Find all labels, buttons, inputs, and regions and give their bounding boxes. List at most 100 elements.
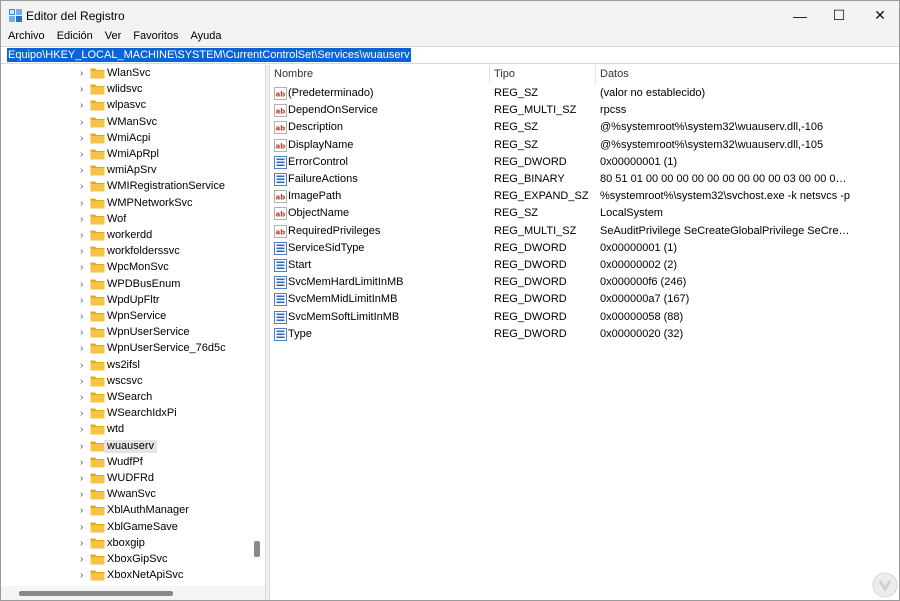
tree-item[interactable]: › WPDBusEnum xyxy=(1,277,251,293)
table-row[interactable]: ServiceSidType REG_DWORD 0x00000001 (1) xyxy=(270,240,899,257)
chevron-right-icon[interactable]: › xyxy=(80,69,88,79)
column-header-type[interactable]: Tipo xyxy=(494,68,515,80)
tree-item[interactable]: › WSearch xyxy=(1,390,251,406)
tree-item[interactable]: › WmiAcpi xyxy=(1,131,251,147)
chevron-right-icon[interactable]: › xyxy=(80,182,88,192)
column-header-data[interactable]: Datos xyxy=(600,68,629,80)
chevron-right-icon[interactable]: › xyxy=(80,295,88,306)
tree-item[interactable]: › ws2ifsl xyxy=(1,358,251,374)
chevron-right-icon[interactable]: › xyxy=(80,263,88,273)
chevron-right-icon[interactable]: › xyxy=(80,538,88,549)
chevron-right-icon[interactable]: › xyxy=(80,328,88,338)
table-row[interactable]: Type REG_DWORD 0x00000020 (32) xyxy=(270,326,899,343)
chevron-right-icon[interactable]: › xyxy=(80,101,88,111)
table-row[interactable]: ab ObjectName REG_SZ LocalSystem xyxy=(270,205,899,222)
tree-item[interactable]: › WpcMonSvc xyxy=(1,260,251,276)
chevron-right-icon[interactable]: › xyxy=(80,360,88,371)
table-row[interactable]: SvcMemSoftLimitInMB REG_DWORD 0x00000058 (… xyxy=(270,309,899,326)
chevron-right-icon[interactable]: › xyxy=(80,506,88,516)
menu-archivo[interactable]: Archivo xyxy=(1,30,51,46)
table-row[interactable]: SvcMemHardLimitInMB REG_DWORD 0x000000f6 (… xyxy=(270,274,899,291)
chevron-right-icon[interactable]: › xyxy=(80,441,88,452)
tree-item[interactable]: › wmiApSrv xyxy=(1,163,251,179)
tree-item[interactable]: › WMIRegistrationService xyxy=(1,179,251,195)
tree-item[interactable]: › WpnService xyxy=(1,309,251,325)
tree-item[interactable]: › WwanSvc xyxy=(1,487,251,503)
table-row[interactable]: FailureActions REG_BINARY 80 51 01 00 00 0… xyxy=(270,171,899,188)
tree-item[interactable]: › WMPNetworkSvc xyxy=(1,196,251,212)
chevron-right-icon[interactable]: › xyxy=(80,150,88,160)
tree-item[interactable]: › WudfPf xyxy=(1,455,251,471)
tree-item[interactable]: › wlidsvc xyxy=(1,82,251,98)
table-row[interactable]: ab DependOnService REG_MULTI_SZ rpcss xyxy=(270,102,899,119)
table-row[interactable]: ab RequiredPrivileges REG_MULTI_SZ SeAuditP… xyxy=(270,223,899,240)
chevron-right-icon[interactable]: › xyxy=(80,344,88,354)
chevron-right-icon[interactable]: › xyxy=(80,393,88,403)
column-separator[interactable] xyxy=(595,65,596,84)
tree-item[interactable]: › wlpasvc xyxy=(1,98,251,114)
tree-vertical-scroll-thumb[interactable] xyxy=(254,541,260,557)
value-type: REG_DWORD xyxy=(494,241,567,254)
menu-ayuda[interactable]: Ayuda xyxy=(185,30,228,46)
table-row[interactable]: ab ImagePath REG_EXPAND_SZ %systemroot%\sys… xyxy=(270,188,899,205)
tree-item[interactable]: › wscsvc xyxy=(1,374,251,390)
chevron-right-icon[interactable]: › xyxy=(80,457,88,468)
tree-horizontal-scroll-thumb[interactable] xyxy=(19,591,173,596)
chevron-right-icon[interactable]: › xyxy=(80,571,88,581)
tree-item[interactable]: › wuauserv xyxy=(1,439,251,455)
maximize-button[interactable]: ☐ xyxy=(816,1,862,30)
tree-item[interactable]: › WpnUserService_76d5c xyxy=(1,341,251,357)
tree-item[interactable]: › XblAuthManager xyxy=(1,503,251,519)
tree-item-label: WUDFRd xyxy=(107,472,155,484)
chevron-right-icon[interactable]: › xyxy=(80,231,88,241)
tree-item[interactable]: › WpdUpFltr xyxy=(1,293,251,309)
tree-item[interactable]: › XboxGipSvc xyxy=(1,552,251,568)
address-bar[interactable]: Equipo\HKEY_LOCAL_MACHINE\SYSTEM\Current… xyxy=(1,46,899,64)
chevron-right-icon[interactable]: › xyxy=(80,409,88,419)
table-row[interactable]: ab Description REG_SZ @%systemroot%\system3… xyxy=(270,119,899,136)
tree-item[interactable]: › WpnUserService xyxy=(1,325,251,341)
tree-vertical-scrollbar[interactable] xyxy=(251,65,264,586)
tree-item-label: wmiApSrv xyxy=(107,164,157,177)
chevron-right-icon[interactable]: › xyxy=(80,247,88,257)
menu-edicion[interactable]: Edición xyxy=(51,30,99,46)
tree-item[interactable]: › WManSvc xyxy=(1,115,251,131)
tree-item[interactable]: › XblGameSave xyxy=(1,520,251,536)
chevron-right-icon[interactable]: › xyxy=(80,214,88,225)
tree-item[interactable]: › XboxNetApiSvc xyxy=(1,568,251,584)
column-header-name[interactable]: Nombre xyxy=(274,68,313,80)
chevron-right-icon[interactable]: › xyxy=(80,312,88,322)
tree-item[interactable]: › workfolderssvc xyxy=(1,244,251,260)
title-bar[interactable]: Editor del Registro — ☐ ✕ xyxy=(1,1,899,30)
chevron-right-icon[interactable]: › xyxy=(80,279,88,290)
tree-item[interactable]: › Wof xyxy=(1,212,251,228)
chevron-right-icon[interactable]: › xyxy=(80,490,88,500)
tree-item[interactable]: › WlanSvc xyxy=(1,66,251,82)
chevron-right-icon[interactable]: › xyxy=(80,376,88,387)
menu-favoritos[interactable]: Favoritos xyxy=(127,30,184,46)
table-row[interactable]: ErrorControl REG_DWORD 0x00000001 (1) xyxy=(270,154,899,171)
table-row[interactable]: ab DisplayName REG_SZ @%systemroot%\system3… xyxy=(270,137,899,154)
tree-item[interactable]: › xboxgip xyxy=(1,536,251,552)
tree-item[interactable]: › WUDFRd xyxy=(1,471,251,487)
tree-item[interactable]: › WSearchIdxPi xyxy=(1,406,251,422)
close-button[interactable]: ✕ xyxy=(857,1,899,30)
tree-item[interactable]: › WmiApRpl xyxy=(1,147,251,163)
tree-item[interactable]: › wtd xyxy=(1,422,251,438)
chevron-right-icon[interactable]: › xyxy=(80,474,88,484)
chevron-right-icon[interactable]: › xyxy=(80,425,88,435)
table-row[interactable]: Start REG_DWORD 0x00000002 (2) xyxy=(270,257,899,274)
chevron-right-icon[interactable]: › xyxy=(80,117,88,128)
tree-item[interactable]: › workerdd xyxy=(1,228,251,244)
chevron-right-icon[interactable]: › xyxy=(80,522,88,533)
chevron-right-icon[interactable]: › xyxy=(80,85,88,95)
column-separator[interactable] xyxy=(489,65,490,84)
menu-ver[interactable]: Ver xyxy=(99,30,128,46)
address-path[interactable]: Equipo\HKEY_LOCAL_MACHINE\SYSTEM\Current… xyxy=(7,48,411,62)
table-row[interactable]: SvcMemMidLimitInMB REG_DWORD 0x000000a7 (1… xyxy=(270,291,899,308)
chevron-right-icon[interactable]: › xyxy=(80,133,88,144)
chevron-right-icon[interactable]: › xyxy=(80,166,88,176)
table-row[interactable]: ab (Predeterminado) REG_SZ (valor no establ… xyxy=(270,85,899,102)
chevron-right-icon[interactable]: › xyxy=(80,555,88,565)
chevron-right-icon[interactable]: › xyxy=(80,198,88,209)
